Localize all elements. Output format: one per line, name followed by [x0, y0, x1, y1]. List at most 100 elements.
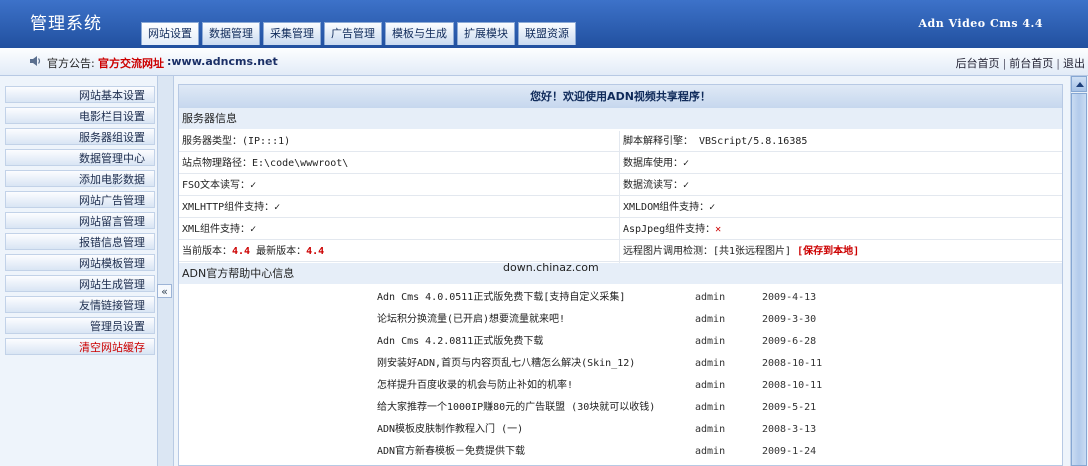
tab-collection-management[interactable]: 采集管理	[263, 22, 321, 45]
news-item: 给大家推荐一个1000IP赚80元的广告联盟 (30块就可以收钱) admin …	[179, 397, 1062, 419]
menu-item-add-movie[interactable]: 添加电影数据	[5, 170, 155, 187]
news-item: Adn Cms 4.2.0811正式版免费下载 admin 2009-6-28	[179, 331, 1062, 353]
tab-templates-generation[interactable]: 模板与生成	[385, 22, 454, 45]
check-icon: ✓	[683, 158, 690, 169]
news-date: 2009-3-30	[762, 314, 817, 325]
scroll-up-arrow-icon[interactable]	[1071, 76, 1087, 92]
notice-highlight: 官方交流网址	[98, 57, 164, 70]
latest-version-label: 最新版本：	[256, 246, 307, 257]
xmldom-label: XMLDOM组件支持：	[623, 202, 710, 213]
server-info-row: XMLHTTP组件支持：✓ XMLDOM组件支持：✓	[179, 197, 1062, 218]
server-info-row: 站点物理路径：E:\code\wwwroot\ 数据库使用：✓	[179, 153, 1062, 174]
help-center-header: ADN官方帮助中心信息	[179, 263, 1062, 284]
xmlhttp-label: XMLHTTP组件支持：	[182, 202, 275, 213]
news-title[interactable]: 刚安装好ADN,首页与内容页乱七八糟怎么解决(Skin_12)	[377, 353, 635, 375]
menu-item-data-center[interactable]: 数据管理中心	[5, 149, 155, 166]
aspjpeg-support: AspJpeg组件支持：✕	[623, 219, 721, 240]
check-icon: ✓	[683, 180, 690, 191]
link-separator: |	[1002, 57, 1007, 70]
news-date: 2009-1-24	[762, 446, 817, 457]
collapse-sidebar-button[interactable]: «	[157, 284, 172, 298]
scrollbar-thumb[interactable]	[1071, 93, 1087, 466]
news-item: 论坛积分换流量(已开启)想要流量就来吧! admin 2009-3-30	[179, 309, 1062, 331]
main-panel: 您好！欢迎使用ADN视频共享程序！ 服务器信息 服务器类型：(IP:::1) 脚…	[178, 84, 1063, 466]
tab-ad-management[interactable]: 广告管理	[324, 22, 382, 45]
frontend-home-link[interactable]: 前台首页	[1009, 57, 1053, 70]
server-info-header: 服务器信息	[179, 108, 1062, 129]
xmldom-support: XMLDOM组件支持：✓	[623, 197, 715, 218]
notice-bar: 官方公告: 官方交流网址 :www.adncms.net 后台首页 | 前台首页 | 退…	[0, 48, 1088, 76]
menu-item-templates[interactable]: 网站模板管理	[5, 254, 155, 271]
xmlhttp-support: XMLHTTP组件支持：✓	[182, 197, 280, 218]
news-date: 2009-6-28	[762, 336, 817, 347]
news-item: ADN官方新春模板－免费提供下载 admin 2009-1-24	[179, 441, 1062, 463]
news-title[interactable]: ADN模板皮肤制作教程入门 (一)	[377, 419, 523, 441]
cross-icon: ✕	[715, 224, 722, 235]
menu-item-guestbook[interactable]: 网站留言管理	[5, 212, 155, 229]
news-item: 刚安装好ADN,首页与内容页乱七八糟怎么解决(Skin_12) admin 20…	[179, 353, 1062, 375]
notice-label: 官方公告:	[47, 57, 95, 70]
menu-item-ad-management[interactable]: 网站广告管理	[5, 191, 155, 208]
news-date: 2009-5-21	[762, 402, 817, 413]
news-author: admin	[695, 446, 726, 457]
news-author: admin	[695, 380, 726, 391]
logout-link[interactable]: 退出	[1063, 57, 1085, 70]
top-links: 后台首页 | 前台首页 | 退出	[956, 55, 1085, 71]
tab-data-management[interactable]: 数据管理	[202, 22, 260, 45]
menu-item-admin-settings[interactable]: 管理员设置	[5, 317, 155, 334]
news-item: Adn Cms 4.0.0511正式版免费下载[支持自定义采集] admin 2…	[179, 287, 1062, 309]
speaker-icon	[30, 56, 41, 66]
admin-home-link[interactable]: 后台首页	[956, 57, 1000, 70]
check-icon: ✓	[274, 202, 281, 213]
notice-url[interactable]: :www.adncms.net	[167, 55, 278, 68]
news-author: admin	[695, 314, 726, 325]
news-date: 2008-10-11	[762, 358, 823, 369]
menu-item-server-groups[interactable]: 服务器组设置	[5, 128, 155, 145]
remote-image-label: 远程图片调用检测：[共1张远程图片]	[623, 246, 792, 257]
news-title[interactable]: 给大家推荐一个1000IP赚80元的广告联盟 (30块就可以收钱)	[377, 397, 655, 419]
current-version: 4.4	[232, 246, 251, 257]
news-title[interactable]: Adn Cms 4.2.0811正式版免费下载	[377, 331, 543, 353]
welcome-banner: 您好！欢迎使用ADN视频共享程序！	[179, 85, 1062, 108]
news-author: admin	[695, 402, 726, 413]
tab-site-settings[interactable]: 网站设置	[141, 22, 199, 45]
fso-label: FSO文本读写：	[182, 180, 251, 191]
menu-item-friend-links[interactable]: 友情链接管理	[5, 296, 155, 313]
script-engine: 脚本解释引擎： VBScript/5.8.16385	[623, 136, 808, 147]
news-author: admin	[695, 358, 726, 369]
news-title[interactable]: 怎样提升百度收录的机会与防止补如的机率!	[377, 375, 573, 397]
news-item: 怎样提升百度收录的机会与防止补如的机率! admin 2008-10-11	[179, 375, 1062, 397]
database-usage: 数据库使用：✓	[623, 153, 689, 174]
top-nav-tabs: 网站设置 数据管理 采集管理 广告管理 模板与生成 扩展模块 联盟资源	[141, 22, 579, 45]
stream-support: 数据流读写：✓	[623, 175, 689, 196]
news-title[interactable]: Adn Cms 4.0.0511正式版免费下载[支持自定义采集]	[377, 287, 625, 309]
version-row: 当前版本：4.4 最新版本：4.4 远程图片调用检测：[共1张远程图片] [保存…	[179, 241, 1062, 262]
menu-item-movie-categories[interactable]: 电影栏目设置	[5, 107, 155, 124]
menu-item-basic-settings[interactable]: 网站基本设置	[5, 86, 155, 103]
news-date: 2009-4-13	[762, 292, 817, 303]
news-title[interactable]: ADN官方新春模板－免费提供下载	[377, 441, 525, 463]
tab-alliance-resources[interactable]: 联盟资源	[518, 22, 576, 45]
check-icon: ✓	[250, 224, 257, 235]
news-title[interactable]: 论坛积分换流量(已开启)想要流量就来吧!	[377, 309, 565, 331]
save-to-local-link[interactable]: [保存到本地]	[797, 246, 859, 257]
latest-version: 4.4	[306, 246, 325, 257]
database-usage-label: 数据库使用：	[623, 158, 683, 169]
tab-extensions[interactable]: 扩展模块	[457, 22, 515, 45]
watermark: down.chinaz.com	[503, 261, 599, 274]
version-info: 当前版本：4.4 最新版本：4.4	[182, 241, 324, 262]
column-divider	[619, 131, 620, 265]
check-icon: ✓	[250, 180, 257, 191]
aspjpeg-label: AspJpeg组件支持：	[623, 224, 716, 235]
vertical-scrollbar[interactable]	[1070, 76, 1087, 466]
xml-support: XML组件支持：✓	[182, 219, 256, 240]
menu-item-error-reports[interactable]: 报错信息管理	[5, 233, 155, 250]
clear-cache-button[interactable]: 清空网站缓存	[5, 338, 155, 355]
menu-item-generation[interactable]: 网站生成管理	[5, 275, 155, 292]
sidebar-splitter	[157, 76, 174, 466]
current-version-label: 当前版本：	[182, 246, 232, 257]
top-header: 管理系统 网站设置 数据管理 采集管理 广告管理 模板与生成 扩展模块 联盟资源…	[0, 0, 1088, 48]
physical-path: 站点物理路径：E:\code\wwwroot\	[182, 158, 349, 169]
news-author: admin	[695, 424, 726, 435]
news-author: admin	[695, 292, 726, 303]
